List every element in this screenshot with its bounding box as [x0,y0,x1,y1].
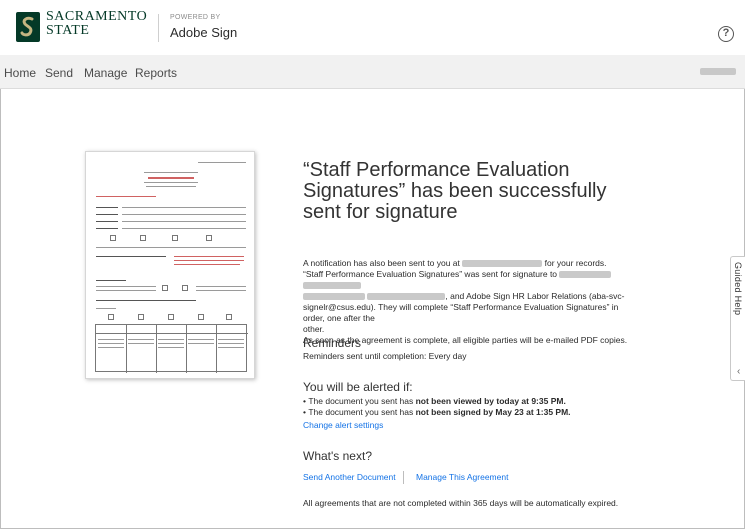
nav-home[interactable]: Home [4,66,36,80]
redacted-recipient [559,271,612,279]
header-divider [158,14,159,42]
sac-state-logo-icon [16,12,40,42]
redacted-recipient [367,293,446,301]
reminders-text: Reminders sent until completion: Every d… [303,351,467,361]
university-name: SACRAMENTO STATE [46,9,148,38]
top-header: SACRAMENTO STATE POWERED BY Adobe Sign ? [0,0,745,55]
send-another-document-link[interactable]: Send Another Document [303,472,396,482]
page-title: “Staff Performance Evaluation Signatures… [303,159,607,223]
nav-reports[interactable]: Reports [135,66,177,80]
whats-next-heading: What's next? [303,449,372,463]
alerts-heading: You will be alerted if: [303,380,413,394]
guided-help-label[interactable]: Guided Help [733,262,743,315]
link-separator [403,471,404,484]
change-alert-settings-link[interactable]: Change alert settings [303,420,383,430]
question-circle-icon[interactable]: ? [718,26,734,42]
alert-item: • The document you sent has not been sig… [303,407,571,417]
confirmation-message: A notification has also been sent to you… [303,258,628,345]
nav-manage[interactable]: Manage [84,66,127,80]
expiry-note: All agreements that are not completed wi… [303,498,619,508]
redacted-recipient [303,293,365,301]
nav-send[interactable]: Send [45,66,73,80]
reminders-heading: Reminders [303,336,362,350]
product-name: Adobe Sign [170,25,238,40]
redacted-recipient [303,282,361,290]
redacted-email [462,260,543,268]
alert-item: • The document you sent has not been vie… [303,396,566,406]
main-nav: Home Send Manage Reports [0,55,745,89]
manage-agreement-link[interactable]: Manage This Agreement [416,472,508,482]
user-account-menu[interactable] [700,68,736,75]
powered-by-label: POWERED BY [170,14,221,21]
chevron-left-icon[interactable]: ‹ [737,366,740,377]
document-thumbnail [85,151,255,379]
